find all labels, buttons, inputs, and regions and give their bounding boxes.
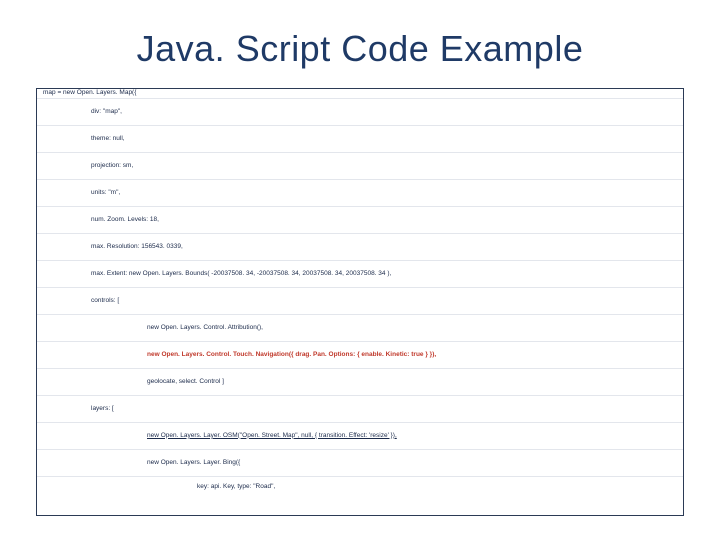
slide-title: Java. Script Code Example (36, 28, 684, 70)
code-line: new Open. Layers. Layer. Bing({ (37, 450, 683, 477)
code-line: map = new Open. Layers. Map({ (37, 89, 683, 99)
code-line: projection: sm, (37, 153, 683, 180)
code-line: div: "map", (37, 99, 683, 126)
code-line: layers: [ (37, 396, 683, 423)
code-line: max. Resolution: 156543. 0339, (37, 234, 683, 261)
code-line: num. Zoom. Levels: 18, (37, 207, 683, 234)
code-line: theme: null, (37, 126, 683, 153)
code-line: new Open. Layers. Layer. OSM("Open. Stre… (37, 423, 683, 450)
slide: Java. Script Code Example map = new Open… (0, 0, 720, 540)
code-line: max. Extent: new Open. Layers. Bounds( -… (37, 261, 683, 288)
code-line: new Open. Layers. Control. Attribution()… (37, 315, 683, 342)
code-line: geolocate, select. Control ] (37, 369, 683, 396)
code-line-highlight: new Open. Layers. Control. Touch. Naviga… (37, 342, 683, 369)
code-block: map = new Open. Layers. Map({ div: "map"… (36, 88, 684, 516)
code-line: controls: [ (37, 288, 683, 315)
code-line: units: "m", (37, 180, 683, 207)
code-line: key: api. Key, type: "Road", (37, 477, 683, 498)
